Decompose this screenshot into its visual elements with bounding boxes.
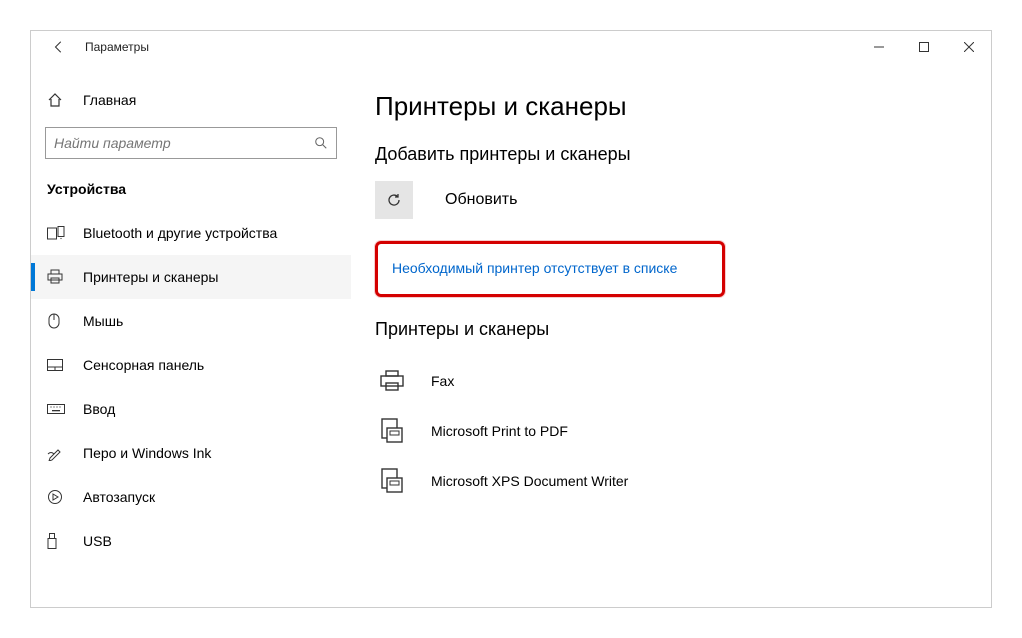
keyboard-icon	[47, 404, 69, 414]
autoplay-icon	[47, 489, 69, 505]
back-button[interactable]	[47, 35, 71, 59]
printer-item[interactable]: Fax	[375, 356, 967, 406]
nav-label: Принтеры и сканеры	[83, 269, 218, 285]
settings-window: Параметры Главная	[30, 30, 992, 608]
nav-label: Bluetooth и другие устройства	[83, 225, 277, 241]
fax-icon	[375, 370, 409, 392]
refresh-action[interactable]: Обновить	[375, 181, 967, 219]
highlight-annotation: Необходимый принтер отсутствует в списке	[375, 241, 725, 297]
titlebar: Параметры	[31, 31, 991, 63]
sidebar-item-bluetooth[interactable]: Bluetooth и другие устройства	[31, 211, 351, 255]
sidebar-item-pen[interactable]: Перо и Windows Ink	[31, 431, 351, 475]
nav-label: Мышь	[83, 313, 123, 329]
home-label: Главная	[83, 92, 136, 108]
section-heading: Устройства	[31, 173, 351, 211]
home-icon	[47, 92, 69, 108]
sidebar-item-mouse[interactable]: Мышь	[31, 299, 351, 343]
nav-label: Перо и Windows Ink	[83, 445, 211, 461]
touchpad-icon	[47, 359, 69, 371]
file-printer-icon	[375, 418, 409, 444]
printer-label: Microsoft Print to PDF	[431, 423, 568, 439]
sidebar-item-autoplay[interactable]: Автозапуск	[31, 475, 351, 519]
mouse-icon	[47, 313, 69, 329]
sidebar: Главная Устройства Bluetooth и другие ус…	[31, 63, 351, 607]
nav-label: Ввод	[83, 401, 115, 417]
window-title: Параметры	[85, 40, 149, 54]
search-icon	[314, 136, 328, 150]
search-input[interactable]	[54, 135, 314, 151]
nav-label: USB	[83, 533, 112, 549]
sidebar-item-typing[interactable]: Ввод	[31, 387, 351, 431]
add-heading: Добавить принтеры и сканеры	[375, 144, 967, 165]
nav-label: Автозапуск	[83, 489, 155, 505]
sidebar-item-usb[interactable]: USB	[31, 519, 351, 563]
usb-icon	[47, 533, 69, 549]
nav-label: Сенсорная панель	[83, 357, 204, 373]
close-button[interactable]	[946, 31, 991, 63]
sidebar-item-printers[interactable]: Принтеры и сканеры	[31, 255, 351, 299]
main-content: Принтеры и сканеры Добавить принтеры и с…	[351, 63, 991, 607]
home-link[interactable]: Главная	[31, 81, 351, 119]
printer-icon	[47, 269, 69, 285]
search-box[interactable]	[45, 127, 337, 159]
printer-item[interactable]: Microsoft Print to PDF	[375, 406, 967, 456]
printer-label: Microsoft XPS Document Writer	[431, 473, 628, 489]
printer-not-listed-link[interactable]: Необходимый принтер отсутствует в списке	[392, 260, 677, 276]
sidebar-item-touchpad[interactable]: Сенсорная панель	[31, 343, 351, 387]
refresh-label: Обновить	[445, 191, 517, 209]
list-heading: Принтеры и сканеры	[375, 319, 967, 340]
pen-icon	[47, 445, 69, 461]
page-title: Принтеры и сканеры	[375, 91, 967, 122]
printer-item[interactable]: Microsoft XPS Document Writer	[375, 456, 967, 506]
refresh-icon	[375, 181, 413, 219]
file-printer-icon	[375, 468, 409, 494]
window-controls	[856, 31, 991, 63]
devices-icon	[47, 226, 69, 240]
maximize-button[interactable]	[901, 31, 946, 63]
printer-label: Fax	[431, 373, 454, 389]
minimize-button[interactable]	[856, 31, 901, 63]
